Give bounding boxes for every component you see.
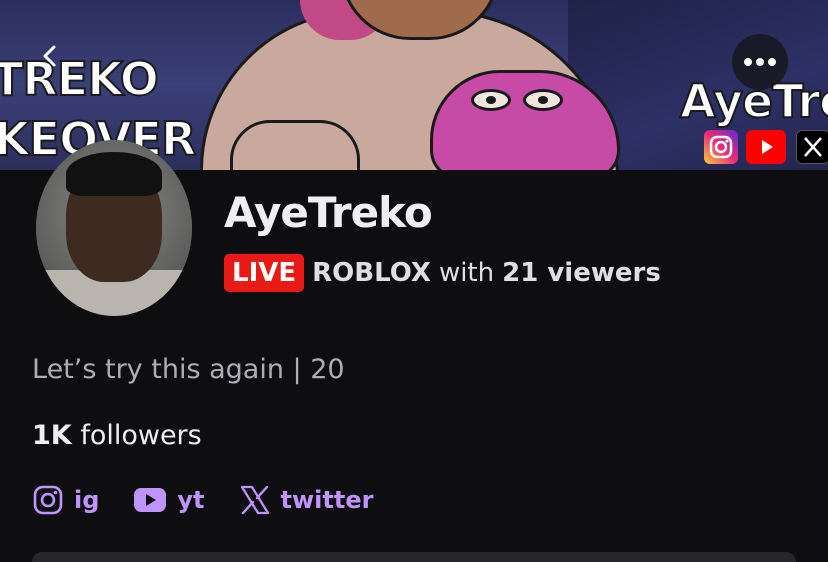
social-link-yt[interactable]: yt — [133, 486, 205, 514]
with-text: with — [438, 258, 495, 288]
live-badge: LIVE — [224, 254, 305, 292]
banner-character-sleeve — [230, 120, 360, 170]
more-horizontal-icon — [744, 58, 776, 66]
social-links: ig yt twitter — [32, 484, 407, 516]
followers-label: followers — [80, 420, 202, 451]
live-status[interactable]: LIVE ROBLOX with 21 viewers — [224, 254, 661, 292]
instagram-icon — [33, 485, 63, 515]
more-options-button[interactable] — [732, 34, 788, 90]
channel-bio: Let’s try this again | 20 — [32, 354, 345, 385]
avatar[interactable] — [36, 140, 192, 316]
follower-count: 1K followers — [32, 420, 202, 451]
channel-username: AyeTreko — [224, 188, 433, 237]
viewer-count: 21 viewers — [502, 258, 661, 288]
social-link-ig[interactable]: ig — [32, 484, 99, 516]
social-link-label: twitter — [280, 486, 374, 514]
social-link-label: yt — [177, 486, 205, 514]
game-name[interactable]: ROBLOX — [312, 258, 431, 288]
youtube-icon — [134, 488, 167, 512]
social-link-label: ig — [74, 486, 100, 514]
banner-x-icon — [796, 130, 828, 164]
back-button[interactable] — [22, 28, 78, 84]
x-icon — [240, 485, 269, 515]
social-link-twitter[interactable]: twitter — [239, 484, 374, 516]
banner-instagram-icon — [704, 130, 738, 164]
follow-button-bar[interactable] — [32, 552, 796, 562]
chevron-left-icon — [43, 45, 56, 67]
followers-number: 1K — [32, 420, 72, 451]
banner-youtube-icon — [746, 130, 786, 164]
